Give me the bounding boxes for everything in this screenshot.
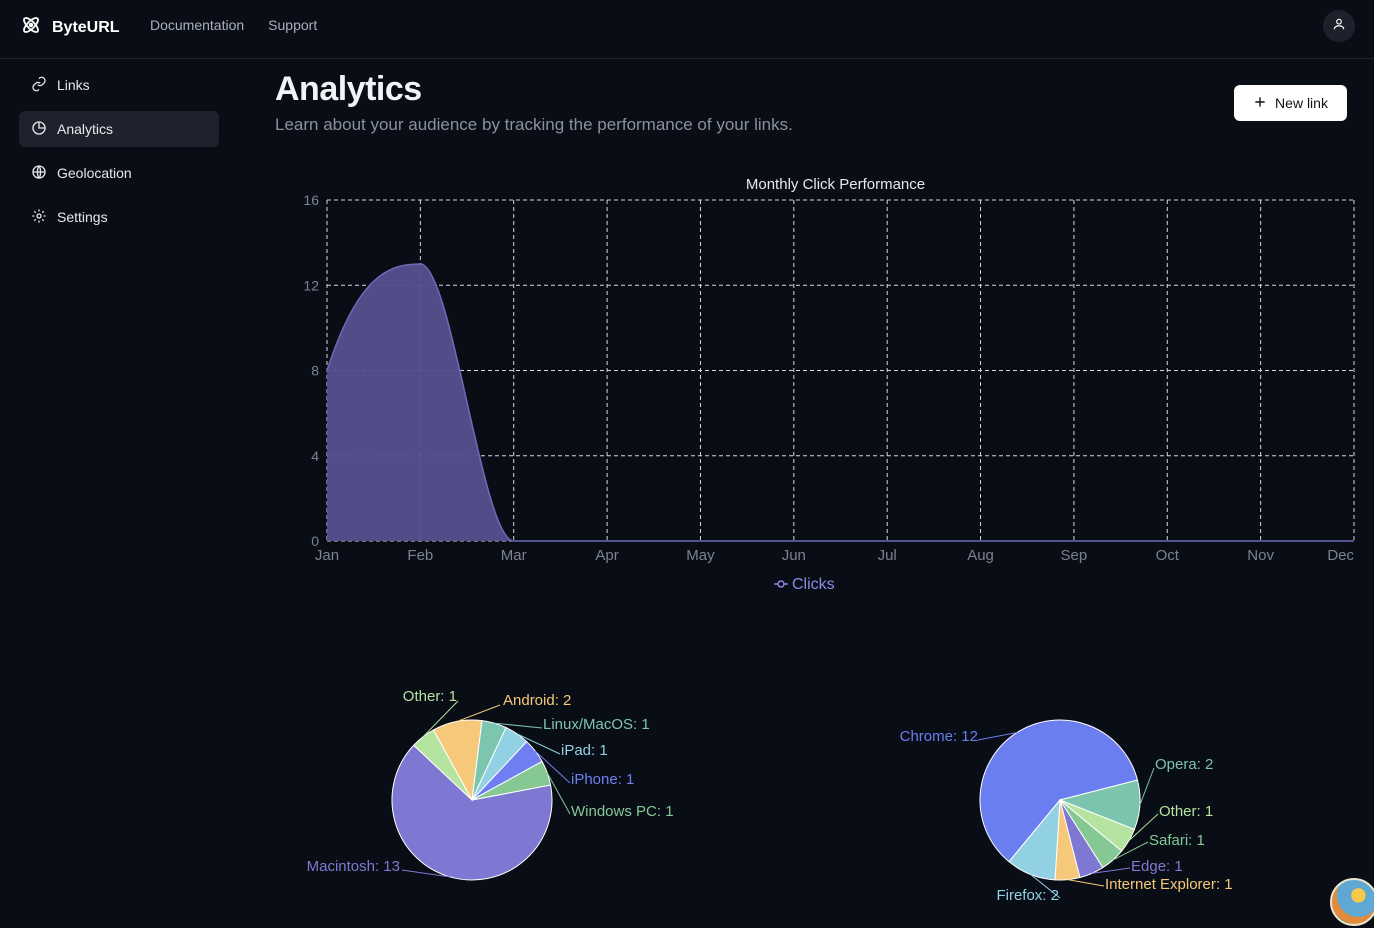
browser-pie-slice-label: Chrome: 12 xyxy=(900,728,978,745)
os-pie-slice-label: Linux/MacOS: 1 xyxy=(543,716,650,733)
x-tick-label: Nov xyxy=(1247,547,1274,564)
x-tick-label: Feb xyxy=(407,547,433,564)
x-tick-label: Aug xyxy=(967,547,994,564)
os-pie-slice-label: Windows PC: 1 xyxy=(571,803,674,820)
x-tick-label: May xyxy=(686,547,715,564)
x-tick-label: Jul xyxy=(878,547,897,564)
analytics-charts: Monthly Click Performance0481216Jan Feb Ma… xyxy=(303,176,1355,904)
x-tick-label: Mar xyxy=(501,547,527,564)
legend-clicks-label: Clicks xyxy=(792,576,835,593)
y-tick-label: 12 xyxy=(303,277,319,293)
browser-pie-slice-label: Safari: 1 xyxy=(1149,832,1205,849)
browser-pie-slice-label: Other: 1 xyxy=(1159,803,1213,820)
browser-pie-slice-label: Firefox: 2 xyxy=(996,887,1059,904)
x-tick-label: Jun xyxy=(782,547,806,564)
chart-title: Monthly Click Performance xyxy=(746,176,925,193)
os-pie-slice-label: iPad: 1 xyxy=(561,742,608,759)
browser-pie-slice-label: Opera: 2 xyxy=(1155,756,1213,773)
browser-pie-slice-label: Internet Explorer: 1 xyxy=(1105,876,1233,893)
browser-pie-label-leader xyxy=(1139,767,1155,806)
browser-pie-label-leader xyxy=(1067,879,1105,887)
x-tick-label: Jan xyxy=(315,547,339,564)
y-tick-label: 16 xyxy=(303,192,319,208)
x-tick-label: Apr xyxy=(595,547,618,564)
os-pie-slice-label: Macintosh: 13 xyxy=(307,858,400,875)
os-pie-label-leader xyxy=(456,704,501,722)
clicks-area xyxy=(327,263,1354,541)
y-tick-label: 8 xyxy=(311,363,319,379)
x-tick-label: Dec xyxy=(1327,547,1354,564)
os-pie-slice-label: Other: 1 xyxy=(403,688,457,705)
x-tick-label: Oct xyxy=(1156,547,1180,564)
x-tick-label: Sep xyxy=(1061,547,1088,564)
y-tick-label: 4 xyxy=(311,448,319,464)
legend-point-marker xyxy=(777,580,785,588)
os-pie-slice-label: Android: 2 xyxy=(503,692,571,709)
os-pie-slice-label: iPhone: 1 xyxy=(571,771,634,788)
browser-pie-slice-label: Edge: 1 xyxy=(1131,858,1183,875)
assistant-avatar-button[interactable] xyxy=(1330,878,1374,926)
